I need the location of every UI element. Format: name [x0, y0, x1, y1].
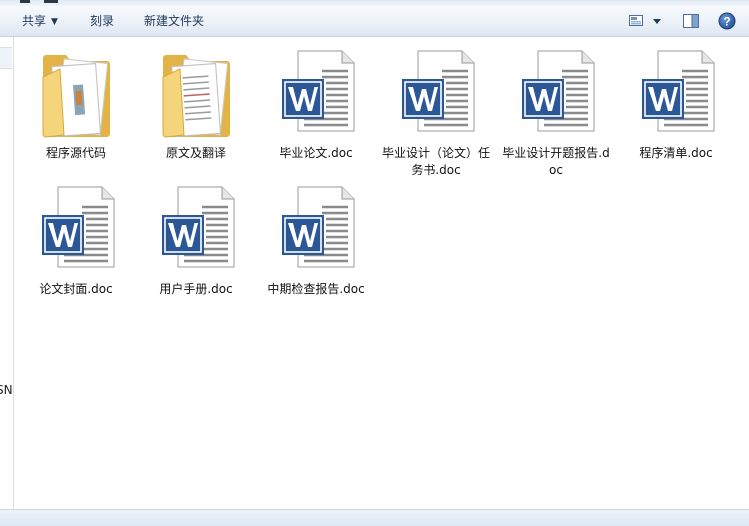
- file-item[interactable]: 论文封面.doc: [20, 177, 132, 309]
- word-icon-wrapper: [160, 183, 236, 275]
- nav-selected-item[interactable]: [0, 47, 12, 69]
- file-item[interactable]: 用户手册.doc: [140, 177, 252, 309]
- word-icon-wrapper: [520, 47, 596, 139]
- file-name-label: 用户手册.doc: [159, 282, 233, 296]
- file-name-label: 毕业设计开题报告.doc: [502, 146, 610, 177]
- folder-icon: [42, 55, 110, 138]
- file-name-label: 中期检查报告.doc: [267, 282, 365, 296]
- folder-item[interactable]: 原文及翻译: [140, 41, 252, 173]
- title-fragment: [20, 0, 30, 3]
- file-item[interactable]: 毕业设计（论文）任务书.doc: [380, 41, 492, 177]
- help-glyph: ?: [723, 15, 730, 29]
- folder-icon-wrapper: [40, 47, 116, 139]
- file-item[interactable]: 毕业论文.doc: [260, 41, 372, 173]
- word-icon-wrapper: [40, 183, 116, 275]
- burn-button[interactable]: 刻录: [88, 12, 116, 30]
- file-name-label: 原文及翻译: [165, 146, 226, 160]
- share-label: 共享: [22, 14, 47, 28]
- word-document-icon: [402, 50, 475, 132]
- change-view-icon: [629, 15, 661, 26]
- navigation-pane[interactable]: SN: [0, 37, 14, 509]
- file-item[interactable]: 程序清单.doc: [620, 41, 732, 173]
- help-icon: ?: [718, 12, 736, 30]
- preview-pane-button[interactable]: [682, 13, 700, 29]
- new-folder-button[interactable]: 新建文件夹: [142, 12, 206, 30]
- chevron-down-icon: ▼: [51, 17, 58, 27]
- change-view-button[interactable]: [628, 13, 668, 29]
- title-fragment: [44, 0, 58, 3]
- word-icon-wrapper: [400, 47, 476, 139]
- file-name-label: 程序源代码: [45, 146, 106, 160]
- help-button[interactable]: ?: [718, 12, 736, 30]
- share-menu-button[interactable]: 共享 ▼: [20, 12, 60, 30]
- nav-item-label: SN: [0, 383, 13, 397]
- command-bar: 共享 ▼ 刻录 新建文件夹 ?: [0, 6, 749, 37]
- word-document-icon: [162, 186, 235, 268]
- word-document-icon: [42, 186, 115, 268]
- file-name-label: 毕业设计（论文）任务书.doc: [381, 146, 490, 177]
- word-document-icon: [282, 186, 355, 268]
- word-document-icon: [642, 50, 715, 132]
- word-icon-wrapper: [640, 47, 716, 139]
- folder-item[interactable]: 程序源代码: [20, 41, 132, 173]
- file-name-label: 毕业论文.doc: [279, 146, 353, 160]
- word-document-icon: [282, 50, 355, 132]
- word-icon-wrapper: [280, 183, 356, 275]
- word-document-icon: [522, 50, 595, 132]
- preview-pane-icon: [683, 14, 699, 28]
- file-name-label: 程序清单.doc: [639, 146, 713, 160]
- folder-icon-wrapper: [160, 47, 236, 139]
- file-name-label: 论文封面.doc: [39, 282, 113, 296]
- file-list[interactable]: 程序源代码 原文及翻译 毕业论文.doc 毕业设计（论文）任务书.doc 毕业设…: [14, 37, 749, 509]
- file-item[interactable]: 毕业设计开题报告.doc: [500, 41, 612, 177]
- file-item[interactable]: 中期检查报告.doc: [260, 177, 372, 309]
- word-icon-wrapper: [280, 47, 356, 139]
- status-bar: [0, 509, 749, 526]
- folder-icon: [162, 55, 230, 138]
